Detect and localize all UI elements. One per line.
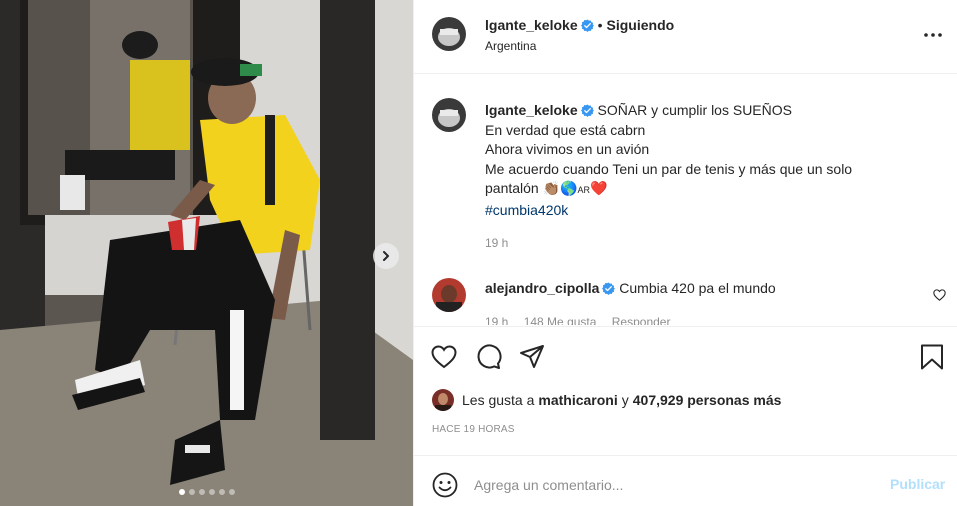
comment-meta: 19 h 148 Me gusta Responder [485, 315, 682, 325]
caption-line: ❤️ [590, 180, 608, 197]
likes-count-link[interactable]: 407,929 personas más [633, 392, 782, 408]
caption-username[interactable]: lgante_keloke [485, 102, 578, 118]
header-user-line: lgante_keloke • Siguiendo [485, 17, 674, 33]
post-timestamp[interactable]: HACE 19 HORAS [432, 424, 515, 435]
comment-username[interactable]: alejandro_cipolla [485, 280, 599, 296]
caption-time[interactable]: 19 h [485, 236, 508, 250]
liker-avatar[interactable] [432, 389, 454, 411]
carousel-indicator [0, 489, 413, 495]
chevron-right-icon [383, 251, 389, 261]
likes-summary: Les gusta a mathicaroni y 407,929 person… [432, 388, 781, 412]
verified-badge-icon [602, 282, 616, 295]
caption-line: En verdad que está cabrn [485, 121, 646, 138]
heart-outline-icon [431, 345, 457, 369]
publish-button[interactable]: Publicar [890, 476, 945, 492]
emoji-button[interactable] [431, 471, 459, 499]
caption-line: AR [577, 185, 590, 196]
likes-prefix: Les gusta a [462, 392, 535, 408]
carousel-dot [218, 489, 225, 495]
verified-badge-icon [580, 19, 594, 32]
author-avatar[interactable] [432, 17, 466, 51]
bookmark-icon [921, 344, 943, 370]
post-details: lgante_keloke • Siguiendo Argentina lgante… [413, 0, 957, 506]
like-comment-button[interactable] [933, 288, 946, 306]
more-options-button[interactable] [922, 25, 944, 45]
comment-icon [477, 344, 502, 369]
carousel-dot [198, 489, 205, 495]
reply-button[interactable]: Responder [612, 315, 671, 325]
comment-time[interactable]: 19 h [485, 315, 508, 325]
comment-likes[interactable]: 148 Me gusta [524, 315, 597, 325]
following-button[interactable]: Siguiendo [607, 17, 675, 33]
comments-section[interactable]: lgante_keloke SOÑAR y cumplir los SUEÑOS… [414, 75, 957, 325]
carousel-dot [228, 489, 235, 495]
add-comment-bar: Publicar [414, 455, 957, 506]
next-photo-button[interactable] [373, 243, 399, 269]
more-options-icon [924, 33, 942, 37]
post-header: lgante_keloke • Siguiendo Argentina [414, 0, 957, 74]
commenter-avatar[interactable] [432, 278, 466, 312]
verified-badge-icon [580, 104, 594, 117]
caption-line: SOÑAR y cumplir los SUEÑOS [597, 102, 792, 118]
share-button[interactable] [518, 343, 546, 371]
carousel-dot [188, 489, 195, 495]
header-separator: • [597, 17, 603, 33]
smiley-icon [432, 472, 458, 498]
caption-line: Me acuerdo cuando Teni un par de tenis y… [485, 160, 853, 177]
heart-outline-icon [933, 289, 946, 301]
post-image [0, 0, 413, 506]
save-button[interactable] [918, 343, 946, 371]
post-photo[interactable] [0, 0, 413, 506]
carousel-dot [178, 489, 185, 495]
caption-hashtag[interactable]: #cumbia420k [485, 202, 568, 218]
comment-button[interactable] [474, 343, 502, 371]
paper-plane-icon [520, 345, 544, 368]
caption-avatar[interactable] [432, 98, 466, 132]
post-location[interactable]: Argentina [485, 39, 536, 53]
comment-text: Cumbia 420 pa el mundo [619, 280, 776, 296]
comment-input[interactable] [474, 470, 874, 500]
post-caption: lgante_keloke SOÑAR y cumplir los SUEÑOS… [485, 101, 925, 221]
liker-username[interactable]: mathicaroni [538, 392, 617, 408]
like-button[interactable] [430, 343, 458, 371]
caption-line: pantalón 👏🏽🌎 [485, 180, 578, 197]
carousel-dot [208, 489, 215, 495]
author-username[interactable]: lgante_keloke [485, 17, 578, 33]
caption-line: Ahora vivimos en un avión [485, 141, 650, 158]
action-bar [414, 326, 957, 386]
comment-text-line: alejandro_cipolla Cumbia 420 pa el mundo [485, 280, 776, 296]
likes-connector: y [621, 392, 629, 408]
